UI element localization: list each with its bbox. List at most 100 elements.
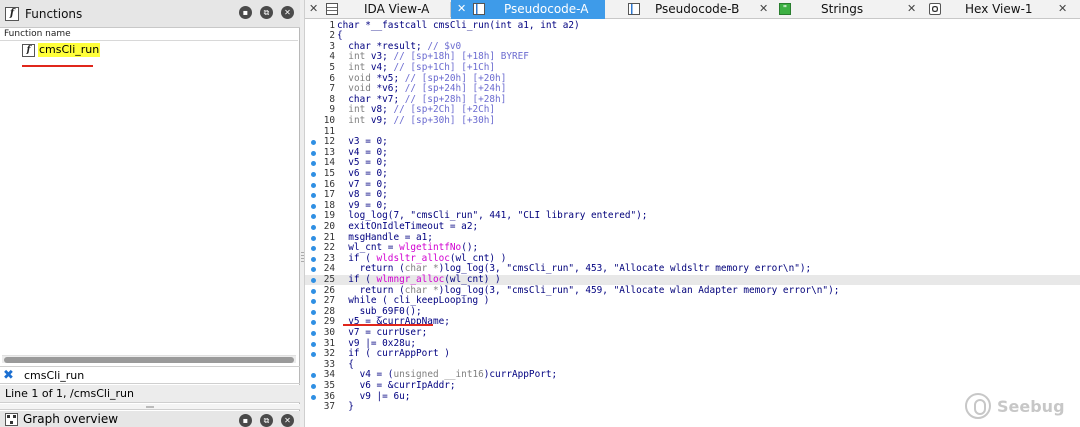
breakpoint-dot-icon[interactable] [311, 182, 316, 188]
breakpoint-dot-icon[interactable] [311, 214, 316, 220]
close-tab-icon[interactable]: ✕ [309, 2, 318, 15]
code-line[interactable]: 16 v7 = 0; [305, 179, 1080, 190]
code-text: while ( cli_keepLooping ) [337, 295, 490, 307]
scrollbar-thumb[interactable] [4, 357, 294, 363]
breakpoint-dot-icon[interactable] [311, 235, 316, 241]
code-line[interactable]: 37 } [305, 401, 1080, 413]
pane-menu-icon[interactable]: ▪ [239, 6, 252, 19]
code-text: v8 = 0; [337, 189, 388, 201]
line-number: 12 [323, 136, 335, 148]
code-line[interactable]: 11 [305, 126, 1080, 137]
seebug-logo-icon [965, 393, 991, 419]
tab-label: Hex View-1 [965, 2, 1033, 16]
breakpoint-dot-icon[interactable] [311, 352, 316, 358]
code-line[interactable]: 27 while ( cli_keepLooping ) [305, 295, 1080, 307]
graph-overview-title-bar[interactable]: Graph overview ▪ ⧉ ✕ [0, 411, 300, 427]
clear-filter-icon[interactable]: ✖ [3, 368, 17, 383]
tab-hex-view-1[interactable]: Hex View-1 ✕ [925, 0, 1080, 19]
line-number: 7 [329, 83, 335, 95]
column-header-function-name[interactable]: Function name [0, 29, 298, 41]
code-text: v7 = currUser; [337, 326, 428, 338]
breakpoint-dot-icon[interactable] [311, 277, 316, 283]
watermark-text: Seebug [997, 396, 1065, 416]
code-line[interactable]: 12 v3 = 0; [305, 136, 1080, 148]
pane-float-icon[interactable]: ⧉ [260, 414, 273, 427]
line-number: 35 [323, 379, 335, 391]
code-text: if ( currAppPort ) [337, 348, 450, 360]
pane-float-icon[interactable]: ⧉ [260, 6, 273, 19]
graph-icon [5, 412, 18, 426]
breakpoint-dot-icon[interactable] [311, 320, 316, 326]
breakpoint-dot-icon[interactable] [311, 193, 316, 199]
breakpoint-dot-icon[interactable] [311, 394, 316, 400]
code-line[interactable]: 1 char *__fastcall cmsCli_run(int a1, int… [305, 19, 1080, 31]
breakpoint-dot-icon[interactable] [311, 161, 316, 167]
breakpoint-dot-icon[interactable] [311, 150, 316, 156]
filter-text[interactable]: cmsCli_run [24, 369, 84, 382]
breakpoint-dot-icon[interactable] [311, 309, 316, 315]
breakpoint-dot-icon[interactable] [311, 330, 316, 336]
close-tab-icon[interactable]: ✕ [907, 2, 916, 15]
code-line[interactable]: 13 v4 = 0; [305, 147, 1080, 158]
code-line[interactable]: 20 exitOnIdleTimeout = a2; [305, 220, 1080, 232]
pane-close-icon[interactable]: ✕ [281, 6, 294, 19]
code-text: int v9; // [sp+30h] [+30h] [348, 114, 496, 126]
functions-pane-title: Functions [25, 6, 83, 21]
line-number: 27 [323, 295, 335, 307]
line-number: 2 [329, 30, 335, 42]
tab-pseudocode-a[interactable]: ✕ Pseudocode-A [451, 0, 605, 19]
line-number: 10 [323, 114, 335, 126]
pane-menu-icon[interactable]: ▪ [239, 414, 252, 427]
function-list-item[interactable]: f cmsCli_run [22, 42, 101, 58]
code-text: { [337, 30, 343, 42]
line-number: 37 [323, 401, 335, 413]
function-name: cmsCli_run [38, 43, 101, 57]
pane-close-icon[interactable]: ✕ [281, 414, 294, 427]
code-text: } [337, 401, 354, 413]
close-tab-icon[interactable]: ✕ [457, 2, 466, 15]
pseudocode-icon [628, 3, 640, 15]
tab-pseudocode-b[interactable]: Pseudocode-B ✕ [605, 0, 770, 19]
code-line[interactable]: 36 v9 |= 6u; [305, 391, 1080, 402]
functions-pane: f Functions ▪ ⧉ ✕ Function name f cmsCli… [0, 0, 300, 427]
code-line[interactable]: 14 v5 = 0; [305, 157, 1080, 168]
line-number: 5 [329, 61, 335, 73]
breakpoint-dot-icon[interactable] [311, 140, 316, 146]
breakpoint-dot-icon[interactable] [311, 203, 316, 209]
pane-splitter[interactable] [0, 404, 300, 410]
annotation-underline [343, 324, 433, 326]
line-number: 20 [323, 220, 335, 232]
code-line[interactable]: 32 if ( currAppPort ) [305, 348, 1080, 360]
breakpoint-dot-icon[interactable] [311, 373, 316, 379]
status-line: Line 1 of 1, /cmsCli_run [0, 385, 300, 403]
strings-icon: " [779, 3, 791, 15]
breakpoint-dot-icon[interactable] [311, 341, 316, 347]
pseudocode-view[interactable]: 1 char *__fastcall cmsCli_run(int a1, int… [305, 19, 1080, 427]
code-line[interactable]: 15 v6 = 0; [305, 168, 1080, 179]
breakpoint-dot-icon[interactable] [311, 299, 316, 305]
code-line[interactable]: 30 v7 = currUser; [305, 326, 1080, 338]
functions-pane-title-bar[interactable]: f Functions ▪ ⧉ ✕ [0, 0, 300, 28]
breakpoint-dot-icon[interactable] [311, 288, 316, 294]
graph-overview-title: Graph overview [23, 412, 119, 426]
close-tab-icon[interactable]: ✕ [1058, 2, 1067, 15]
breakpoint-dot-icon[interactable] [311, 267, 316, 273]
tab-bar: ✕ IDA View-A ✕ Pseudocode-A Pseudocode-B… [305, 0, 1080, 19]
code-text: v6 = &currIpAddr; [337, 379, 456, 391]
filter-bar[interactable]: ✖ cmsCli_run [0, 366, 300, 384]
breakpoint-dot-icon[interactable] [311, 383, 316, 389]
tab-strings[interactable]: " Strings ✕ [775, 0, 916, 19]
code-line[interactable]: 10 int v9; // [sp+30h] [+30h] [305, 114, 1080, 126]
breakpoint-dot-icon[interactable] [311, 256, 316, 262]
breakpoint-dot-icon[interactable] [311, 224, 316, 230]
code-text: char *__fastcall cmsCli_run(int a1, int … [337, 19, 580, 31]
close-tab-icon[interactable]: ✕ [759, 2, 768, 15]
code-text: v3 = 0; [337, 136, 388, 148]
tab-ida-view-a[interactable]: ✕ IDA View-A [305, 0, 450, 19]
code-line[interactable]: 17 v8 = 0; [305, 189, 1080, 201]
breakpoint-dot-icon[interactable] [311, 171, 316, 177]
breakpoint-dot-icon[interactable] [311, 246, 316, 252]
code-line[interactable]: 35 v6 = &currIpAddr; [305, 379, 1080, 391]
horizontal-scrollbar[interactable] [2, 355, 296, 363]
code-line[interactable]: 2{ [305, 30, 1080, 42]
